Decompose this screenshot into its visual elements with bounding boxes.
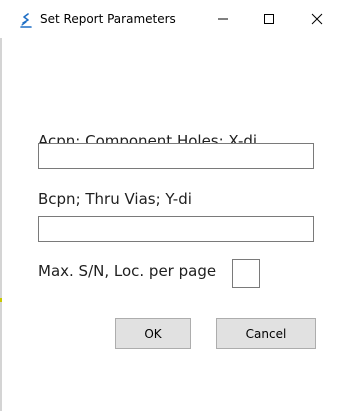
window-left-edge [0,0,2,411]
field-a-input[interactable] [38,143,314,169]
maximize-button[interactable] [246,0,292,38]
ok-button[interactable]: OK [115,318,191,349]
title-bar[interactable]: Set Report Parameters [0,0,340,38]
field-b-label: Bcpn; Thru Vias; Y-di [38,190,192,208]
cancel-button[interactable]: Cancel [216,318,316,349]
field-b-input[interactable] [38,216,314,242]
max-sn-label: Max. S/N, Loc. per page [38,262,217,280]
dialog-window: Set Report Parameters Acpn; Component Ho… [0,0,340,411]
maximize-icon [263,10,275,29]
close-button[interactable] [294,0,340,38]
minimize-icon [217,10,229,29]
max-sn-input[interactable] [232,259,260,288]
window-title: Set Report Parameters [40,12,176,26]
minimize-button[interactable] [200,0,246,38]
edge-marker [0,298,2,302]
close-icon [311,10,323,29]
app-icon [19,13,33,29]
